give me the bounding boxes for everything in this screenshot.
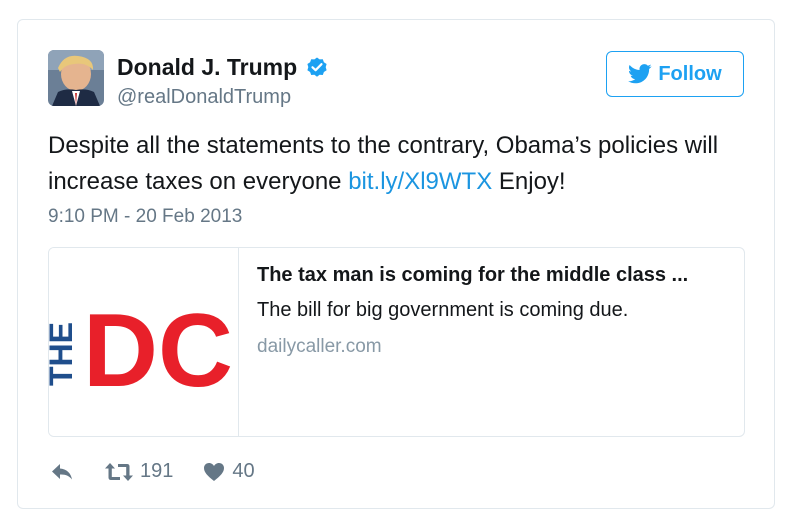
tweet-link[interactable]: bit.ly/Xl9WTX	[348, 168, 492, 195]
heart-icon	[204, 462, 225, 481]
twitter-bird-icon	[628, 64, 652, 84]
retweet-count: 191	[140, 460, 174, 482]
reply-icon	[52, 463, 72, 479]
author-name[interactable]: Donald J. Trump	[117, 54, 297, 81]
follow-button[interactable]: Follow	[606, 51, 744, 97]
link-card-title: The tax man is coming for the middle cla…	[257, 264, 689, 286]
reply-button[interactable]	[50, 462, 74, 482]
tweet-timestamp[interactable]: 9:10 PM - 20 Feb 2013	[48, 206, 242, 228]
link-card-description: The bill for big government is coming du…	[257, 299, 629, 321]
link-card-body: The tax man is coming for the middle cla…	[239, 248, 688, 436]
tweet-card: Donald J. Trump @realDonaldTrump Follow …	[17, 19, 775, 509]
retweet-button[interactable]: 191	[104, 460, 173, 483]
logo-the-text: THE	[49, 322, 79, 386]
author-name-row: Donald J. Trump	[117, 54, 329, 81]
like-button[interactable]: 40	[203, 460, 255, 483]
author-avatar[interactable]	[48, 50, 104, 106]
author-handle[interactable]: @realDonaldTrump	[117, 86, 291, 109]
tweet-text: Despite all the statements to the contra…	[48, 128, 748, 200]
like-count: 40	[232, 460, 255, 482]
verified-badge-icon	[307, 57, 327, 77]
link-card-domain: dailycaller.com	[257, 336, 382, 357]
link-preview-card[interactable]: THE DC The tax man is coming for the mid…	[48, 247, 745, 437]
daily-caller-logo: THE DC	[49, 293, 233, 409]
link-thumbnail: THE DC	[49, 248, 239, 436]
retweet-icon	[105, 462, 133, 481]
follow-label: Follow	[658, 62, 722, 85]
tweet-actions: 191 40	[50, 460, 255, 483]
logo-dc-text: DC	[83, 293, 233, 409]
tweet-text-part2: Enjoy!	[492, 168, 566, 195]
